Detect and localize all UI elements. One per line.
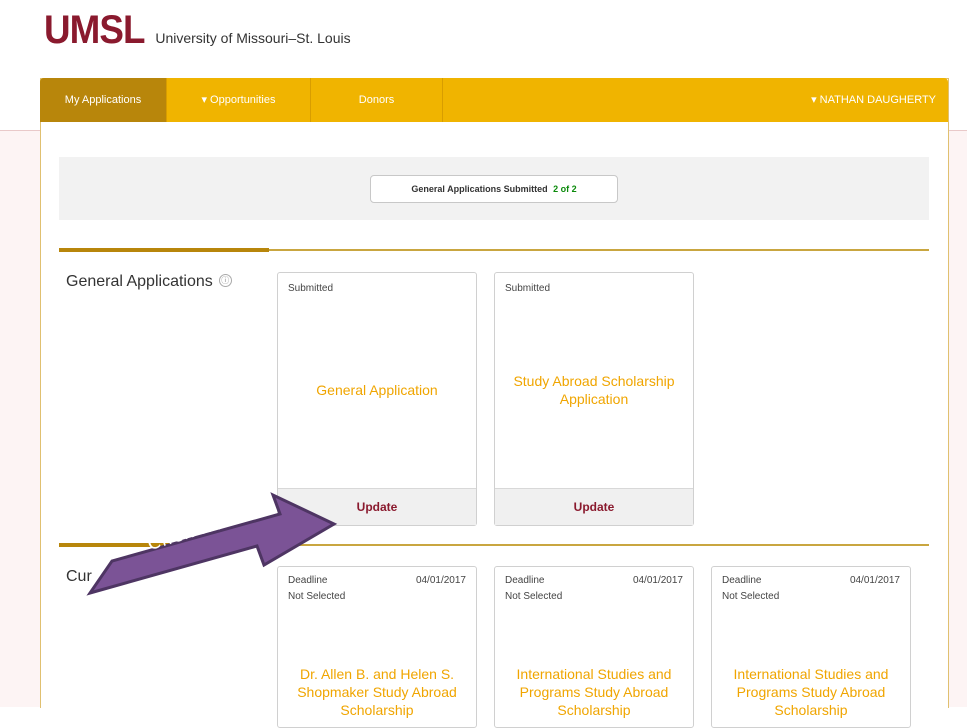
nav-donors[interactable]: Donors (311, 78, 443, 122)
card-status: Submitted (505, 283, 551, 294)
info-icon[interactable]: ⓘ (218, 274, 232, 287)
card-title[interactable]: International Studies and Programs Study… (722, 665, 900, 719)
page-background-right (947, 130, 967, 707)
card-title[interactable]: Study Abroad Scholarship Application (505, 372, 683, 408)
nav-my-applications[interactable]: My Applications (40, 78, 167, 122)
section-divider-general (59, 248, 929, 252)
selection-status: Not Selected (505, 591, 563, 602)
summary-label: General Applications Submitted (411, 184, 548, 194)
card-title[interactable]: International Studies and Programs Study… (505, 665, 683, 719)
page-background-left (0, 130, 40, 707)
card-title[interactable]: Dr. Allen B. and Helen S. Shopmaker Stud… (288, 665, 466, 719)
nav-opportunities[interactable]: ▾ Opportunities (167, 78, 311, 122)
deadline-date: 04/01/2017 (415, 575, 466, 586)
scholarship-card-3[interactable]: Deadline 04/01/2017 Not Selected Interna… (711, 566, 911, 728)
summary-banner: General Applications Submitted 2 of 2 (59, 157, 929, 220)
scholarship-card-2[interactable]: Deadline 04/01/2017 Not Selected Interna… (494, 566, 694, 728)
update-button[interactable]: Update (495, 488, 693, 525)
applications-submitted-pill: General Applications Submitted 2 of 2 (370, 175, 618, 203)
logo-mark: UMSL (44, 8, 146, 52)
card-status: Submitted (288, 283, 334, 294)
general-applications-heading: General Applications ⓘ (66, 273, 232, 291)
summary-count: 2 of 2 (553, 184, 577, 194)
top-navbar: My Applications ▾ Opportunities Donors ▾… (40, 78, 948, 122)
study-abroad-application-card[interactable]: Submitted Study Abroad Scholarship Appli… (494, 272, 694, 526)
user-menu[interactable]: ▾ NATHAN DAUGHERTY (811, 78, 948, 122)
deadline-label: Deadline (505, 575, 545, 586)
umsl-logo[interactable]: UMSL University of Missouri–St. Louis (44, 8, 351, 52)
logo-text: University of Missouri–St. Louis (155, 30, 351, 46)
deadline-date: 04/01/2017 (632, 575, 683, 586)
general-title: General Applications (66, 273, 213, 290)
selection-status: Not Selected (722, 591, 780, 602)
deadline-label: Deadline (722, 575, 762, 586)
deadline-date: 04/01/2017 (849, 575, 900, 586)
card-title[interactable]: General Application (288, 381, 466, 399)
